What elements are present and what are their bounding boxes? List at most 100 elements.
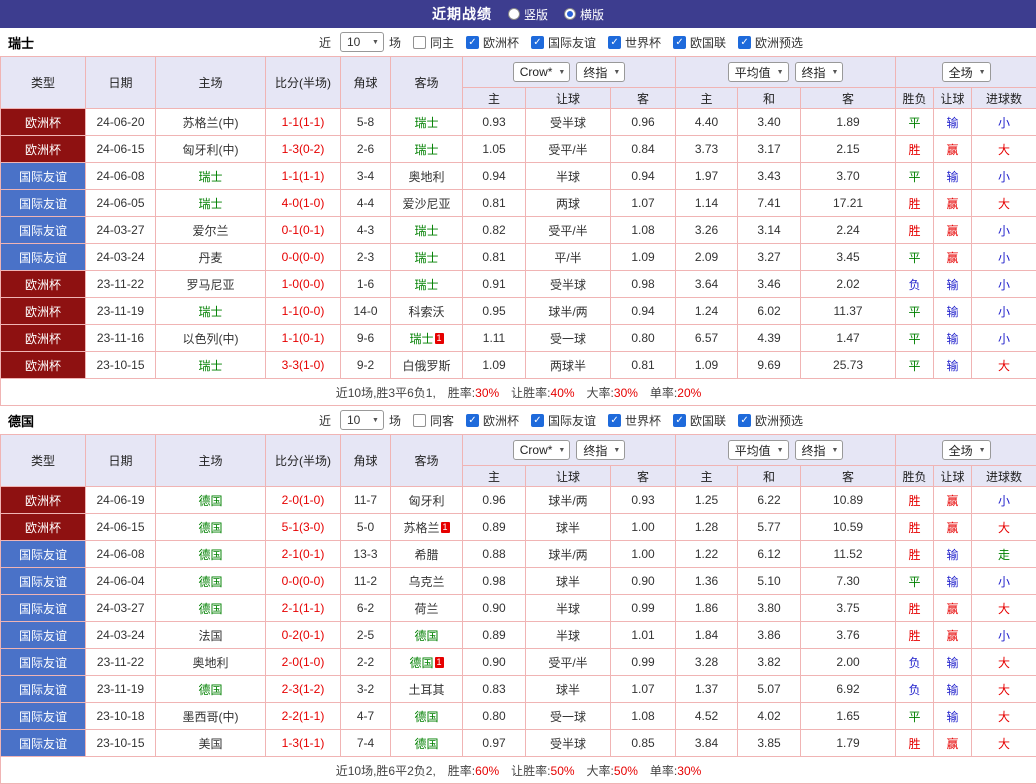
- team-section: 德国近10▼场同客✓欧洲杯✓国际友谊✓世界杯✓欧国联✓欧洲预选类型日期主场比分(…: [0, 406, 1036, 784]
- match-row: 欧洲杯24-06-15匈牙利(中)1-3(0-2)2-6瑞士1.05受平/半0.…: [1, 136, 1036, 163]
- avg-draw-odds: 4.39: [738, 325, 801, 352]
- header-row-top: 类型日期主场比分(半场)角球客场Crow*▼终指▼平均值▼终指▼全场▼: [1, 57, 1036, 88]
- result-handicap: 输: [934, 163, 972, 190]
- same-venue-label: 同主: [430, 34, 454, 51]
- bookmaker-odds-header: Crow*▼终指▼: [463, 57, 676, 88]
- layout-radio-horizontal-label: 横版: [580, 6, 604, 23]
- away-team: 德国: [391, 730, 463, 757]
- competition-filter-checkbox[interactable]: ✓: [531, 414, 544, 427]
- avg-home-odds: 1.24: [676, 298, 738, 325]
- result-goals: 小: [972, 325, 1036, 352]
- corners: 13-3: [341, 541, 391, 568]
- competition-filter-checkbox[interactable]: ✓: [531, 36, 544, 49]
- chevron-down-icon: ▼: [777, 447, 784, 454]
- result-goals: 走: [972, 541, 1036, 568]
- sub-column-header: 和: [738, 466, 801, 487]
- bookmaker-away-odds: 0.93: [611, 487, 676, 514]
- home-team: 瑞士: [156, 163, 266, 190]
- competition-badge: 欧洲杯: [1, 136, 86, 163]
- bookmaker-final-select[interactable]: 终指▼: [576, 62, 625, 82]
- competition-badge: 国际友谊: [1, 163, 86, 190]
- rounds-select[interactable]: 10▼: [340, 32, 384, 52]
- average-final-select[interactable]: 终指▼: [795, 62, 844, 82]
- avg-home-odds: 3.84: [676, 730, 738, 757]
- score: 1-3(1-1): [266, 730, 341, 757]
- home-team: 苏格兰(中): [156, 109, 266, 136]
- bookmaker-select[interactable]: Crow*▼: [513, 440, 571, 460]
- bookmaker-handicap: 受平/半: [526, 136, 611, 163]
- bookmaker-away-odds: 0.94: [611, 298, 676, 325]
- full-match-select[interactable]: 全场▼: [942, 440, 991, 460]
- match-date: 23-11-22: [86, 271, 156, 298]
- competition-filter-checkbox[interactable]: ✓: [608, 414, 621, 427]
- result-outcome: 平: [896, 298, 934, 325]
- match-date: 24-06-08: [86, 163, 156, 190]
- sub-column-header: 胜负: [896, 88, 934, 109]
- avg-away-odds: 2.00: [801, 649, 896, 676]
- match-row: 欧洲杯24-06-19德国2-0(1-0)11-7匈牙利0.96球半/两0.93…: [1, 487, 1036, 514]
- column-header: 类型: [1, 57, 86, 109]
- result-goals: 大: [972, 703, 1036, 730]
- layout-radio-vertical[interactable]: 竖版: [508, 6, 548, 23]
- match-row: 国际友谊24-03-27德国2-1(1-1)6-2荷兰0.90半球0.991.8…: [1, 595, 1036, 622]
- rounds-select[interactable]: 10▼: [340, 410, 384, 430]
- avg-away-odds: 3.76: [801, 622, 896, 649]
- result-outcome: 胜: [896, 190, 934, 217]
- column-header: 主场: [156, 435, 266, 487]
- bookmaker-select[interactable]: Crow*▼: [513, 62, 571, 82]
- competition-filter-checkbox[interactable]: ✓: [608, 36, 621, 49]
- away-team: 德国: [391, 703, 463, 730]
- home-team: 墨西哥(中): [156, 703, 266, 730]
- full-match-select[interactable]: 全场▼: [942, 62, 991, 82]
- competition-badge: 欧洲杯: [1, 352, 86, 379]
- result-goals: 大: [972, 136, 1036, 163]
- competition-badge: 国际友谊: [1, 595, 86, 622]
- score: 2-2(1-1): [266, 703, 341, 730]
- topbar: 近期战绩 竖版 横版: [0, 0, 1036, 28]
- layout-radio-horizontal[interactable]: 横版: [564, 6, 604, 23]
- avg-home-odds: 1.22: [676, 541, 738, 568]
- average-select[interactable]: 平均值▼: [728, 62, 789, 82]
- same-venue-checkbox[interactable]: [413, 36, 426, 49]
- same-venue-checkbox[interactable]: [413, 414, 426, 427]
- competition-badge: 国际友谊: [1, 244, 86, 271]
- home-team: 德国: [156, 541, 266, 568]
- sub-column-header: 进球数: [972, 466, 1036, 487]
- competition-badge: 欧洲杯: [1, 487, 86, 514]
- bookmaker-away-odds: 1.07: [611, 676, 676, 703]
- result-handicap: 赢: [934, 514, 972, 541]
- result-handicap: 赢: [934, 190, 972, 217]
- column-header: 角球: [341, 435, 391, 487]
- result-outcome: 平: [896, 325, 934, 352]
- avg-draw-odds: 3.43: [738, 163, 801, 190]
- bookmaker-final-select[interactable]: 终指▼: [576, 440, 625, 460]
- competition-filter-label: 欧洲杯: [483, 34, 519, 51]
- away-team: 荷兰: [391, 595, 463, 622]
- bookmaker-handicap: 受半球: [526, 271, 611, 298]
- score: 1-1(1-1): [266, 163, 341, 190]
- stat-label: 单率:: [650, 386, 677, 400]
- competition-filter-checkbox[interactable]: ✓: [673, 36, 686, 49]
- average-final-select[interactable]: 终指▼: [795, 440, 844, 460]
- competition-filter-checkbox[interactable]: ✓: [738, 36, 751, 49]
- red-card-icon: 1: [441, 522, 450, 533]
- stat-label: 让胜率:: [511, 764, 550, 778]
- stat-label: 胜率:: [448, 386, 475, 400]
- average-select[interactable]: 平均值▼: [728, 440, 789, 460]
- corners: 5-8: [341, 109, 391, 136]
- competition-filter-label: 世界杯: [625, 34, 661, 51]
- bookmaker-home-odds: 1.11: [463, 325, 526, 352]
- competition-filter-checkbox[interactable]: ✓: [738, 414, 751, 427]
- competition-filter-checkbox[interactable]: ✓: [673, 414, 686, 427]
- result-handicap: 赢: [934, 136, 972, 163]
- competition-filter-checkbox[interactable]: ✓: [466, 36, 479, 49]
- bookmaker-away-odds: 0.84: [611, 136, 676, 163]
- competition-filter-checkbox[interactable]: ✓: [466, 414, 479, 427]
- bookmaker-handicap: 球半/两: [526, 487, 611, 514]
- bookmaker-home-odds: 0.90: [463, 649, 526, 676]
- home-team: 德国: [156, 595, 266, 622]
- result-outcome: 平: [896, 244, 934, 271]
- bookmaker-away-odds: 0.80: [611, 325, 676, 352]
- result-handicap: 输: [934, 298, 972, 325]
- result-outcome: 胜: [896, 514, 934, 541]
